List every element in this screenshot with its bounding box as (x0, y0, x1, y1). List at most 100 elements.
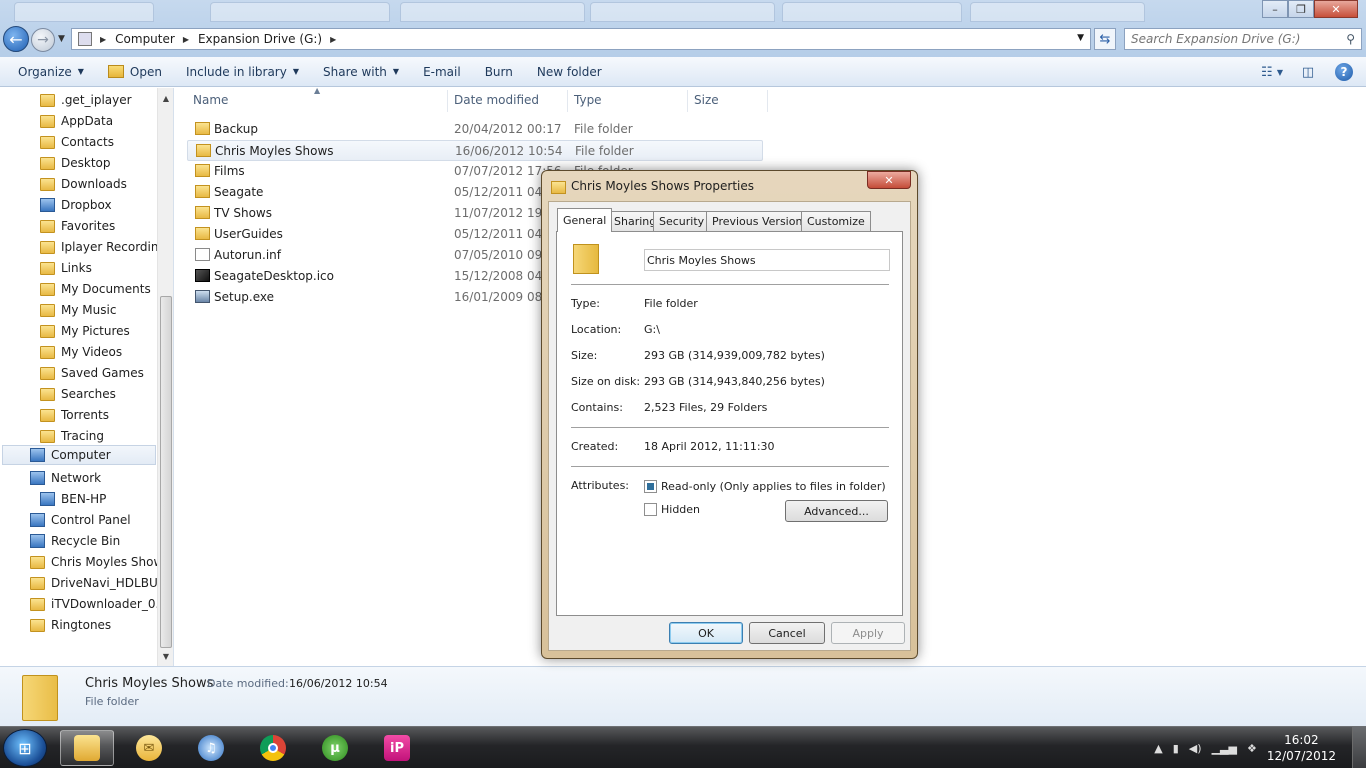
nav-item[interactable]: My Videos (40, 342, 122, 362)
dropbox-icon[interactable]: ❖ (1247, 742, 1257, 755)
nav-item[interactable]: AppData (40, 111, 113, 131)
organize-button[interactable]: Organize ▼ (10, 60, 92, 84)
advanced-button[interactable]: Advanced... (785, 500, 888, 522)
column-divider[interactable] (567, 90, 568, 112)
ok-button[interactable]: OK (669, 622, 743, 644)
nav-item-recycle-bin[interactable]: Recycle Bin (30, 531, 120, 551)
chevron-right-icon[interactable]: ▶ (330, 35, 336, 44)
hidden-label[interactable]: Hidden (661, 503, 700, 516)
preview-pane-button[interactable]: ◫ (1296, 60, 1320, 84)
apply-button[interactable]: Apply (831, 622, 905, 644)
taskbar-utorrent[interactable]: µ (308, 730, 362, 766)
search-input[interactable] (1131, 32, 1331, 46)
close-button[interactable]: ✕ (1314, 0, 1358, 18)
hidden-checkbox[interactable] (644, 503, 657, 516)
chevron-right-icon[interactable]: ▶ (183, 35, 189, 44)
tab-previous-versions[interactable]: Previous Versions (706, 211, 815, 231)
network-signal-icon[interactable]: ▁▃▅ (1212, 742, 1237, 755)
background-browser-tab[interactable] (970, 2, 1145, 22)
taskbar-chrome[interactable] (246, 730, 300, 766)
recent-pages-dropdown[interactable]: ▼ (58, 34, 65, 44)
include-in-library-button[interactable]: Include in library ▼ (178, 60, 307, 84)
nav-item[interactable]: Saved Games (40, 363, 144, 383)
nav-item[interactable]: Desktop (40, 153, 111, 173)
share-with-button[interactable]: Share with ▼ (315, 60, 407, 84)
chevron-right-icon[interactable]: ▶ (100, 35, 106, 44)
read-only-checkbox[interactable] (644, 480, 657, 493)
new-folder-button[interactable]: New folder (529, 60, 610, 84)
dialog-close-button[interactable]: ✕ (867, 171, 911, 189)
read-only-label[interactable]: Read-only (Only applies to files in fold… (661, 480, 886, 493)
maximize-button[interactable]: ❐ (1288, 0, 1314, 18)
nav-item[interactable]: My Music (40, 300, 116, 320)
volume-icon[interactable]: ◀) (1189, 742, 1202, 755)
nav-item[interactable]: Torrents (40, 405, 109, 425)
background-browser-tab[interactable] (210, 2, 390, 22)
taskbar-iplayer[interactable]: iP (370, 730, 424, 766)
column-divider[interactable] (687, 90, 688, 112)
address-bar[interactable]: ▶ Computer ▶ Expansion Drive (G:) ▶ ▼ (71, 28, 1091, 50)
nav-item-computer[interactable]: Computer (2, 445, 156, 465)
nav-item[interactable]: Ringtones (30, 615, 111, 635)
nav-item-network[interactable]: Network (30, 468, 101, 488)
view-options-button[interactable]: ☷ ▼ (1260, 60, 1284, 84)
tab-security[interactable]: Security (653, 211, 711, 231)
burn-button[interactable]: Burn (477, 60, 521, 84)
column-header-name[interactable]: Name (193, 93, 228, 107)
file-row[interactable]: Backup 20/04/2012 00:17 File folder (187, 119, 763, 140)
background-browser-tab[interactable] (400, 2, 585, 22)
breadcrumb-drive[interactable]: Expansion Drive (G:) (198, 32, 322, 46)
nav-item[interactable]: BEN-HP (40, 489, 106, 509)
start-button[interactable]: ⊞ (3, 729, 47, 767)
show-desktop-button[interactable] (1352, 727, 1366, 768)
breadcrumb-computer[interactable]: Computer (115, 32, 175, 46)
nav-item[interactable]: Favorites (40, 216, 115, 236)
scrollbar-thumb[interactable] (160, 296, 172, 648)
column-divider[interactable] (447, 90, 448, 112)
navigation-scrollbar[interactable]: ▲ ▼ (157, 88, 173, 666)
column-header-date[interactable]: Date modified (454, 93, 539, 107)
open-button[interactable]: Open (100, 60, 170, 84)
nav-item[interactable]: Tracing (40, 426, 104, 446)
show-hidden-icons-icon[interactable]: ▲ (1154, 742, 1162, 755)
nav-item[interactable]: Contacts (40, 132, 114, 152)
taskbar-itunes[interactable]: ♫ (184, 730, 238, 766)
folder-name-field[interactable] (644, 249, 890, 271)
cancel-button[interactable]: Cancel (749, 622, 825, 644)
nav-item[interactable]: .get_iplayer (40, 90, 132, 110)
search-box[interactable]: ⚲ (1124, 28, 1362, 50)
taskbar-explorer[interactable] (60, 730, 114, 766)
clock[interactable]: 16:02 12/07/2012 (1267, 732, 1336, 764)
nav-item[interactable]: Links (40, 258, 92, 278)
nav-item[interactable]: DriveNavi_HDLBU2 (30, 573, 165, 593)
nav-item[interactable]: Searches (40, 384, 116, 404)
tab-general[interactable]: General (557, 208, 613, 232)
nav-item[interactable]: Iplayer Recordings (40, 237, 172, 257)
file-row-selected[interactable]: Chris Moyles Shows 16/06/2012 10:54 File… (187, 140, 763, 161)
nav-item[interactable]: Chris Moyles Shows (30, 552, 170, 572)
background-browser-tab[interactable] (14, 2, 154, 22)
background-browser-tab[interactable] (590, 2, 775, 22)
nav-item[interactable]: Downloads (40, 174, 127, 194)
scroll-down-arrow-icon[interactable]: ▼ (158, 648, 173, 664)
address-history-dropdown[interactable]: ▼ (1077, 33, 1084, 43)
column-header-size[interactable]: Size (694, 93, 719, 107)
nav-item[interactable]: My Documents (40, 279, 151, 299)
nav-item[interactable]: iTVDownloader_0.3_ (30, 594, 173, 614)
search-icon[interactable]: ⚲ (1346, 32, 1355, 46)
battery-icon[interactable]: ▮ (1173, 742, 1179, 755)
taskbar-outlook[interactable]: ✉ (122, 730, 176, 766)
email-button[interactable]: E-mail (415, 60, 469, 84)
minimize-button[interactable]: – (1262, 0, 1288, 18)
refresh-button[interactable]: ⇆ (1094, 28, 1116, 50)
nav-item-control-panel[interactable]: Control Panel (30, 510, 131, 530)
background-browser-tab[interactable] (782, 2, 962, 22)
help-button[interactable]: ? (1332, 60, 1356, 84)
back-button[interactable]: ← (3, 26, 29, 52)
column-header-type[interactable]: Type (574, 93, 602, 107)
nav-item[interactable]: Dropbox (40, 195, 112, 215)
scroll-up-arrow-icon[interactable]: ▲ (158, 90, 173, 106)
column-divider[interactable] (767, 90, 768, 112)
forward-button[interactable]: → (31, 28, 55, 52)
nav-item[interactable]: My Pictures (40, 321, 130, 341)
